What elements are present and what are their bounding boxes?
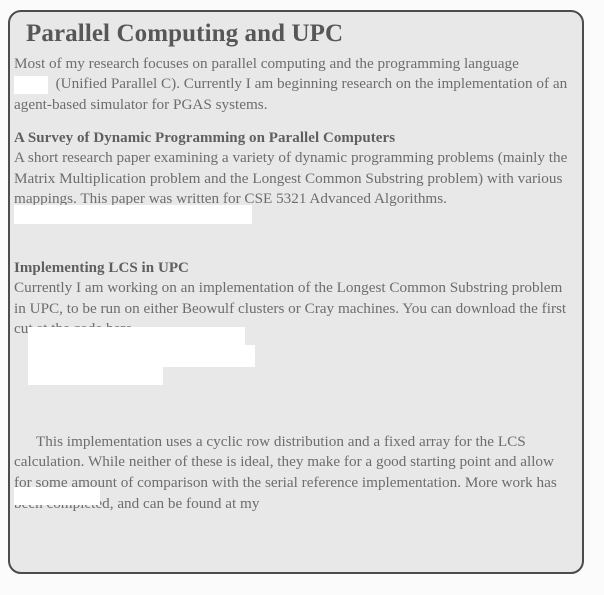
section-heading-survey: A Survey of Dynamic Programming on Paral… (14, 130, 396, 147)
inline-link-placeholder-upc[interactable] (14, 75, 48, 94)
page-title: Parallel Computing and UPC (26, 20, 344, 47)
intro-paragraph: Most of my research focuses on parallel … (10, 54, 582, 116)
code-link-placeholder-row-2[interactable] (28, 345, 255, 367)
code-link-placeholder-row-3[interactable] (28, 367, 163, 385)
section-body-survey: A short research paper examining a varie… (14, 149, 568, 208)
spacer-before-lcs (10, 218, 582, 258)
repository-link-placeholder[interactable] (14, 487, 100, 505)
card-inner: Parallel Computing and UPC Most of my re… (10, 12, 582, 572)
code-link-placeholder-row-1[interactable] (28, 327, 245, 345)
content-card: Parallel Computing and UPC Most of my re… (8, 10, 584, 574)
page-root: Parallel Computing and UPC Most of my re… (0, 0, 604, 595)
section-heading-lcs: Implementing LCS in UPC (14, 260, 189, 277)
spacer-after-intro (10, 115, 582, 128)
spacer-after-closing (10, 514, 582, 525)
intro-text-before-blank: Most of my research focuses on parallel … (14, 54, 519, 72)
paper-link-placeholder[interactable] (14, 205, 252, 224)
intro-text-after-blank: (Unified Parallel C). Currently I am beg… (14, 75, 568, 113)
